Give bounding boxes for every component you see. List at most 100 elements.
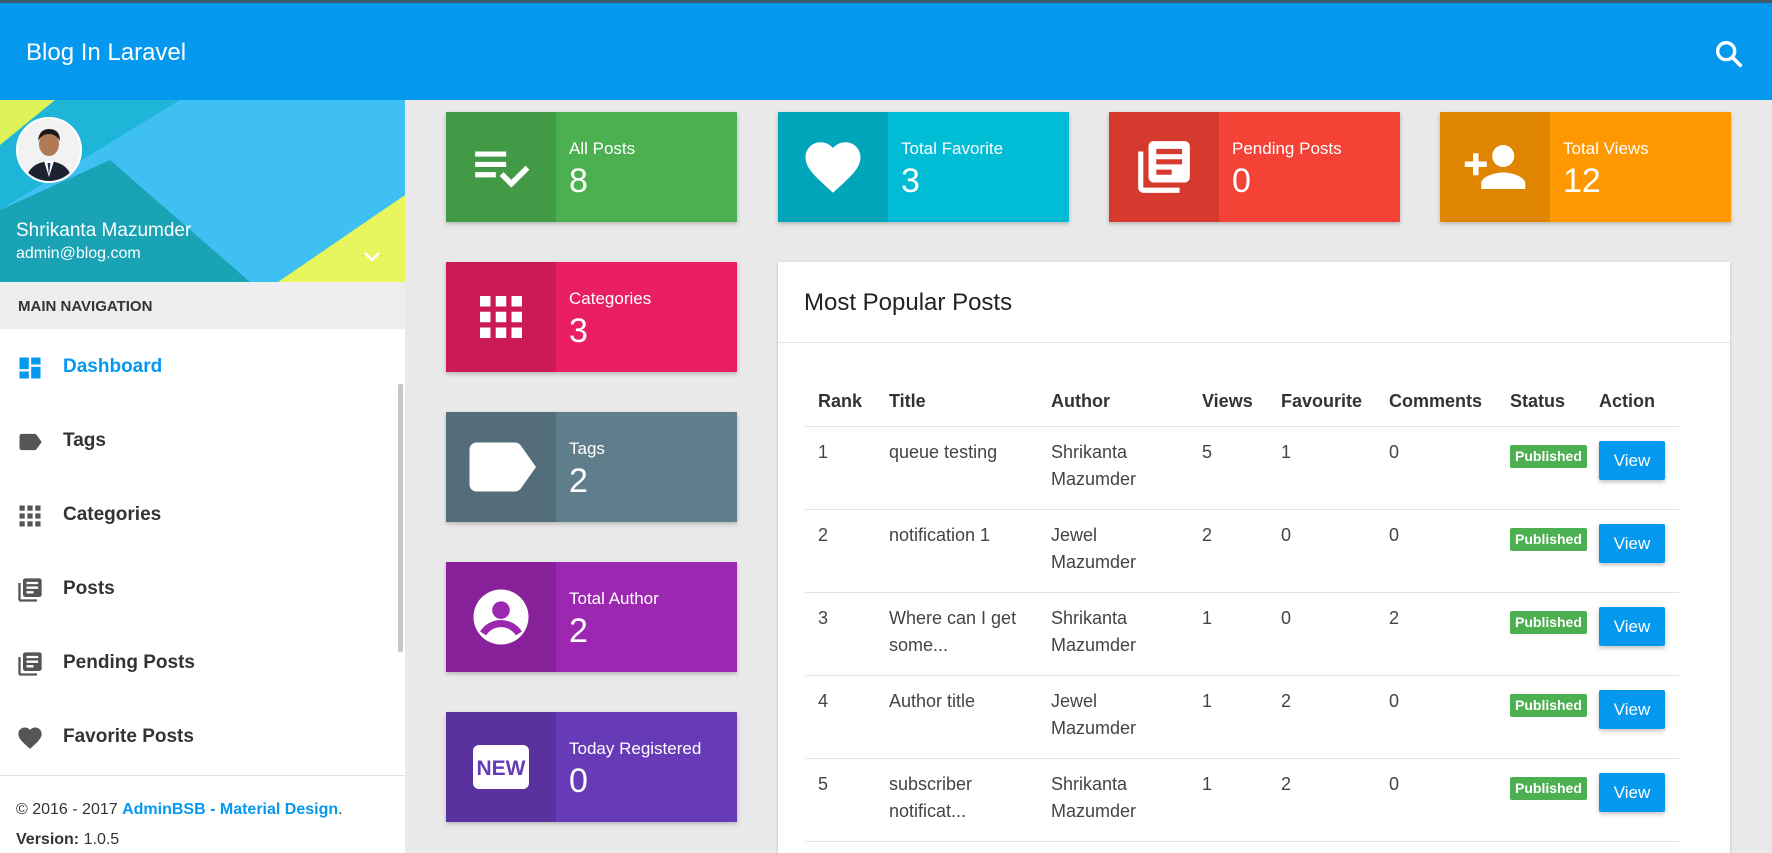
heart-icon xyxy=(16,724,44,752)
stat-value: 2 xyxy=(569,612,588,650)
copyright-prefix: © 2016 - 2017 xyxy=(16,801,123,818)
sidebar-item-label: Posts xyxy=(63,578,115,599)
column-header: Action xyxy=(1599,391,1655,411)
popular-posts-table: Rank Title Author Views Favourite Commen… xyxy=(805,372,1679,842)
stat-value: 0 xyxy=(1232,162,1251,200)
heart-icon xyxy=(778,112,888,222)
sidebar-item-label: Pending Posts xyxy=(63,652,195,673)
account-circle-icon xyxy=(446,562,556,672)
cell-favourite: 0 xyxy=(1281,608,1292,628)
adminbsb-link[interactable]: AdminBSB - Material Design xyxy=(122,801,338,818)
sidebar-footer: © 2016 - 2017 AdminBSB - Material Design… xyxy=(0,775,405,853)
table-row: 1 queue testing Shrikanta Mazumder 5 1 0… xyxy=(805,427,1679,510)
user-name: Shrikanta Mazumder xyxy=(16,220,192,241)
cell-favourite: 0 xyxy=(1281,525,1292,545)
stat-card-all-posts[interactable]: All Posts 8 xyxy=(446,112,737,222)
cell-rank: 3 xyxy=(818,608,829,628)
sidebar-item-label: Favorite Posts xyxy=(63,726,194,747)
cell-favourite: 2 xyxy=(1281,691,1292,711)
cell-title: notification 1 xyxy=(889,525,991,545)
table-row: 5 subscriber notificat... Shrikanta Mazu… xyxy=(805,759,1679,842)
cell-author: Shrikanta Mazumder xyxy=(1051,608,1137,655)
stat-title: Today Registered xyxy=(569,739,702,758)
library-books-icon xyxy=(16,576,44,604)
nav-menu: Dashboard Tags Categories Posts Pending … xyxy=(0,329,398,773)
view-button[interactable]: View xyxy=(1599,441,1665,480)
stat-card-pending-posts[interactable]: Pending Posts 0 xyxy=(1109,112,1400,222)
cell-comments: 0 xyxy=(1389,525,1400,545)
stat-card-categories[interactable]: Categories 3 xyxy=(446,262,737,372)
cell-favourite: 2 xyxy=(1281,774,1292,794)
search-icon[interactable] xyxy=(1712,37,1746,71)
cell-favourite: 1 xyxy=(1281,442,1292,462)
cell-author: Shrikanta Mazumder xyxy=(1051,774,1137,821)
svg-text:NEW: NEW xyxy=(477,757,526,780)
cell-title: Where can I get some... xyxy=(889,608,1017,655)
stat-value: 3 xyxy=(569,312,588,350)
sidebar-item-label: Tags xyxy=(63,430,106,451)
stat-value: 12 xyxy=(1563,162,1601,200)
view-button[interactable]: View xyxy=(1599,524,1665,563)
chevron-down-icon[interactable] xyxy=(362,250,382,264)
sidebar-scrollbar[interactable] xyxy=(398,384,403,652)
column-header: Comments xyxy=(1389,391,1483,411)
view-button[interactable]: View xyxy=(1599,690,1665,729)
status-badge: Published xyxy=(1510,694,1587,717)
status-badge: Published xyxy=(1510,445,1587,468)
top-bar: Blog In Laravel xyxy=(0,0,1772,100)
status-badge: Published xyxy=(1510,611,1587,634)
stat-card-total-author[interactable]: Total Author 2 xyxy=(446,562,737,672)
status-badge: Published xyxy=(1510,528,1587,551)
cell-title: subscriber notificat... xyxy=(889,774,973,821)
version-value: 1.0.5 xyxy=(83,831,120,848)
cell-views: 1 xyxy=(1202,691,1213,711)
brand-title[interactable]: Blog In Laravel xyxy=(26,39,186,67)
sidebar-item-pending-posts[interactable]: Pending Posts xyxy=(0,625,398,699)
sidebar-item-label: Categories xyxy=(63,504,162,525)
dashboard-icon xyxy=(16,354,44,382)
stat-card-total-favorite[interactable]: Total Favorite 3 xyxy=(778,112,1069,222)
stat-title: Total Author xyxy=(569,589,659,608)
copyright: © 2016 - 2017 AdminBSB - Material Design… xyxy=(16,801,343,819)
user-info-panel: Shrikanta Mazumder admin@blog.com xyxy=(0,100,405,282)
stat-title: Tags xyxy=(569,439,605,458)
most-popular-posts-panel: Most Popular Posts Rank Title Author Vie… xyxy=(778,262,1730,853)
sidebar-item-dashboard[interactable]: Dashboard xyxy=(0,329,398,403)
label-icon xyxy=(16,428,44,456)
table-row: 2 notification 1 Jewel Mazumder 2 0 0 Pu… xyxy=(805,510,1679,593)
cell-author: Shrikanta Mazumder xyxy=(1051,442,1137,489)
column-header: Author xyxy=(1051,391,1110,411)
view-button[interactable]: View xyxy=(1599,773,1665,812)
sidebar-item-posts[interactable]: Posts xyxy=(0,551,398,625)
copyright-suffix: . xyxy=(338,801,343,818)
stat-card-today-registered[interactable]: NEW Today Registered 0 xyxy=(446,712,737,822)
apps-grid-icon xyxy=(446,262,556,372)
stat-title: Categories xyxy=(569,289,652,308)
view-button[interactable]: View xyxy=(1599,607,1665,646)
column-header: Title xyxy=(889,391,926,411)
nav-section-header: MAIN NAVIGATION xyxy=(0,282,405,329)
stat-card-total-views[interactable]: Total Views 12 xyxy=(1440,112,1731,222)
cell-rank: 2 xyxy=(818,525,829,545)
table-row: 3 Where can I get some... Shrikanta Mazu… xyxy=(805,593,1679,676)
avatar[interactable] xyxy=(16,117,82,183)
cell-comments: 0 xyxy=(1389,442,1400,462)
version-info: Version: 1.0.5 xyxy=(16,831,119,849)
sidebar-item-favorite-posts[interactable]: Favorite Posts xyxy=(0,699,398,773)
sidebar-item-categories[interactable]: Categories xyxy=(0,477,398,551)
stat-title: All Posts xyxy=(569,139,636,158)
user-email: admin@blog.com xyxy=(16,245,141,262)
cell-title: queue testing xyxy=(889,442,998,462)
panel-title: Most Popular Posts xyxy=(804,289,1013,316)
sidebar-item-tags[interactable]: Tags xyxy=(0,403,398,477)
status-badge: Published xyxy=(1510,777,1587,800)
cell-comments: 2 xyxy=(1389,608,1400,628)
stat-value: 2 xyxy=(569,462,588,500)
table-header-row: Rank Title Author Views Favourite Commen… xyxy=(805,372,1679,427)
column-header: Rank xyxy=(818,391,863,411)
library-books-icon xyxy=(1109,112,1219,222)
stat-card-tags[interactable]: Tags 2 xyxy=(446,412,737,522)
stat-value: 8 xyxy=(569,162,588,200)
cell-author: Jewel Mazumder xyxy=(1051,525,1137,572)
cell-views: 2 xyxy=(1202,525,1213,545)
